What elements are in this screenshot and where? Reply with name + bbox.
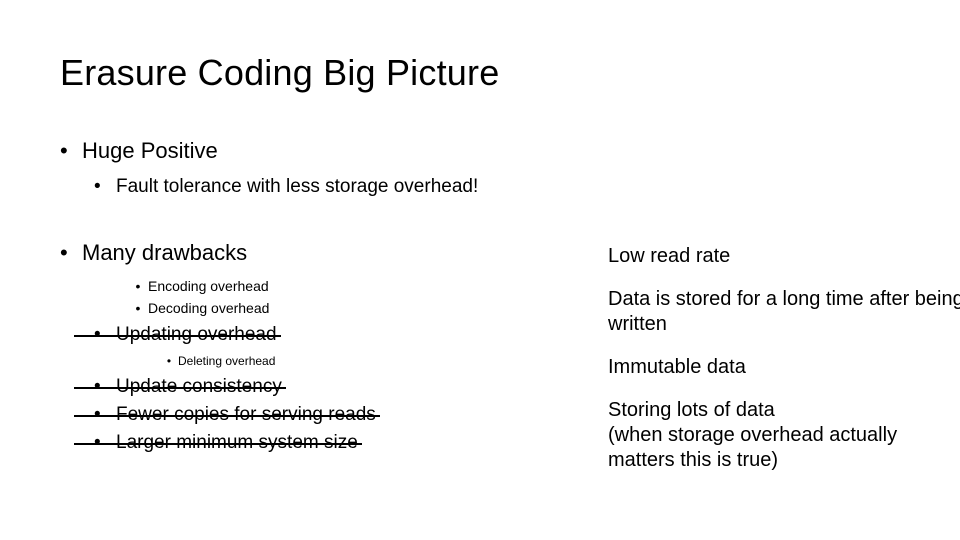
text-encoding-overhead: Encoding overhead <box>148 278 269 294</box>
note-storing-lots: Storing lots of data (when storage overh… <box>608 398 960 473</box>
side-notes: Low read rate Data is stored for a long … <box>608 244 960 491</box>
note-long-time-stored: Data is stored for a long time after bei… <box>608 287 960 337</box>
text-fault-tolerance: Fault tolerance with less storage overhe… <box>116 176 478 198</box>
bullet-fault-tolerance: • Fault tolerance with less storage over… <box>94 176 960 198</box>
note-storing-lots-line2: (when storage overhead actually matters … <box>608 423 960 473</box>
text-decoding-overhead: Decoding overhead <box>148 300 269 316</box>
note-storing-lots-line1: Storing lots of data <box>608 398 960 423</box>
bullet-dot-icon: • <box>60 138 82 164</box>
bullet-dot-icon: • <box>160 354 178 368</box>
text-larger-minimum: Larger minimum system size <box>116 432 358 454</box>
note-immutable-data: Immutable data <box>608 355 960 380</box>
text-huge-positive: Huge Positive <box>82 138 218 164</box>
bullet-dot-icon: • <box>60 240 82 266</box>
note-low-read-rate: Low read rate <box>608 244 960 269</box>
bullet-dot-icon: • <box>128 278 148 294</box>
bullet-dot-icon: • <box>128 300 148 316</box>
text-fewer-copies: Fewer copies for serving reads <box>116 404 376 426</box>
text-updating-overhead: Updating overhead <box>116 324 277 346</box>
slide-title: Erasure Coding Big Picture <box>60 52 960 94</box>
slide: Erasure Coding Big Picture • Huge Positi… <box>0 0 960 540</box>
text-deleting-overhead: Deleting overhead <box>178 354 275 368</box>
text-many-drawbacks: Many drawbacks <box>82 240 247 266</box>
bullet-dot-icon: • <box>94 176 116 198</box>
bullet-huge-positive: • Huge Positive <box>60 138 960 164</box>
text-update-consistency: Update consistency <box>116 376 282 398</box>
